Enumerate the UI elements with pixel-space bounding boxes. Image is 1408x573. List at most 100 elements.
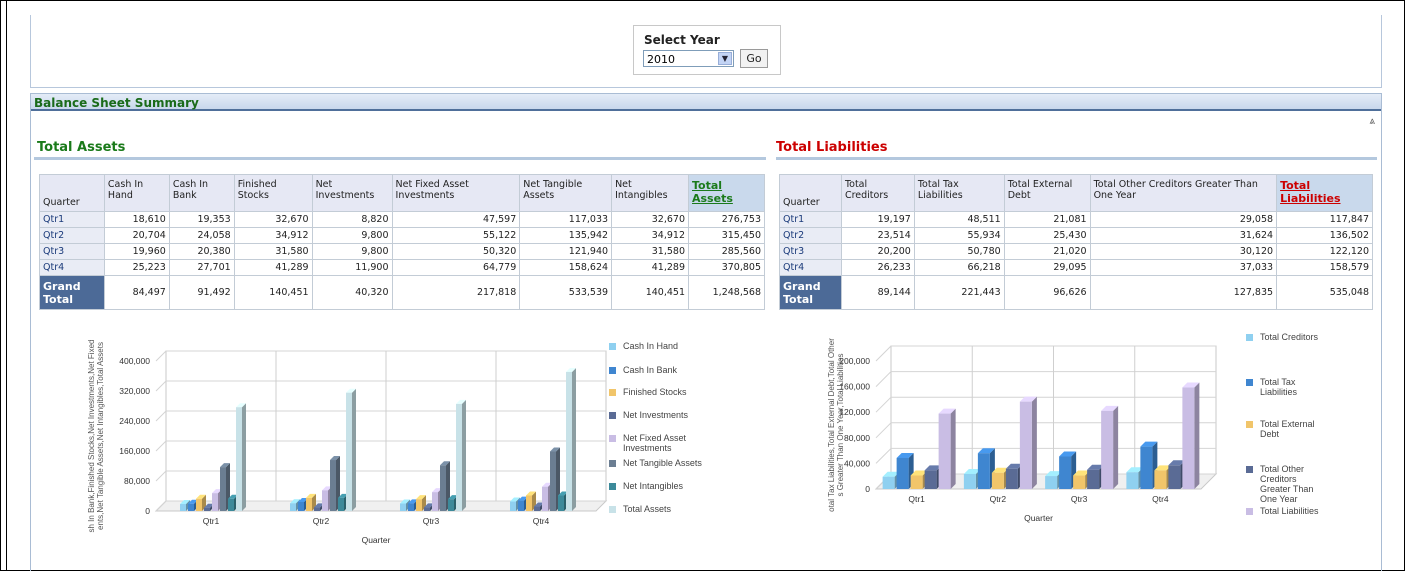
y-axis-label-line: sh In Bank,Finished Stocks,Net Investmen… (87, 340, 96, 533)
value-cell: 41,289 (611, 259, 689, 276)
value-cell: 29,058 (1089, 211, 1278, 228)
legend-label: Net Fixed Asset Investments (623, 433, 687, 453)
assets-column-header: Finished Stocks (233, 174, 313, 212)
table-row: Qtr4 25,223 27,701 41,289 11,900 64,779 158,62… (39, 259, 765, 276)
grand-total-row: Grand Total 84,497 91,492 140,451 40,320 217,… (39, 275, 765, 310)
go-button[interactable]: Go (740, 49, 768, 68)
legend-swatch (609, 343, 616, 350)
quarter-cell[interactable]: Qtr3 (39, 243, 105, 260)
bar-front (991, 472, 1004, 489)
y-axis-label: sh In Bank,Finished Stocks,Net Investmen… (87, 340, 105, 533)
y-tick-label: 80,000 (124, 476, 150, 486)
legend-label-line: Total Assets (623, 504, 672, 514)
gridline (155, 470, 167, 482)
gridline (875, 448, 892, 464)
quarter-cell[interactable]: Qtr4 (39, 259, 105, 276)
legend-label-line: Total Other (1260, 464, 1304, 474)
bar-front (542, 486, 548, 511)
value-cell: 20,200 (840, 243, 915, 260)
y-tick-label: 0 (865, 484, 870, 494)
y-axis-label-line: otal Tax Liabilities,Total External Debt… (827, 338, 836, 512)
bar-front (924, 470, 937, 489)
quarter-cell[interactable]: Qtr1 (39, 211, 105, 228)
gridline (875, 396, 892, 413)
value-cell: 315,450 (688, 227, 765, 244)
panel-header: Balance Sheet Summary (31, 94, 1381, 111)
grand-total-cell: 40,320 (311, 275, 393, 310)
legend-swatch (609, 506, 616, 513)
value-cell: 18,610 (103, 211, 170, 228)
bar-front (510, 501, 516, 511)
gridline (155, 440, 167, 452)
legend-label-line: Total External (1260, 419, 1315, 429)
value-cell: 11,900 (311, 259, 393, 276)
x-tick-label: Qtr1 (203, 516, 220, 526)
value-cell: 24,058 (168, 227, 235, 244)
value-cell: 19,197 (840, 211, 915, 228)
legend-label: Total Creditors (1260, 332, 1319, 342)
liabilities-total-column-link[interactable]: Total Liabilities (1276, 174, 1373, 212)
liabilities-chart: 040,00080,000120,000160,000200,000Qtr1 Qt… (827, 332, 1319, 523)
value-cell: 34,912 (611, 227, 689, 244)
bar-side (242, 403, 246, 511)
x-tick-label: Qtr3 (1071, 494, 1088, 504)
bar-side (572, 367, 576, 511)
x-tick-label: Qtr2 (990, 494, 1007, 504)
bar-side (950, 408, 956, 489)
y-tick-label: 40,000 (844, 458, 870, 468)
quarter-cell[interactable]: Qtr2 (779, 227, 842, 244)
quarter-cell[interactable]: Qtr1 (779, 211, 842, 228)
value-cell: 158,624 (519, 259, 613, 276)
bar-front (938, 413, 951, 489)
quarter-cell[interactable]: Qtr2 (39, 227, 105, 244)
value-cell: 19,353 (168, 211, 235, 228)
quarter-cell[interactable]: Qtr4 (779, 259, 842, 276)
total-liabilities-title: Total Liabilities (776, 140, 888, 155)
legend-swatch (1246, 466, 1253, 473)
value-cell: 8,820 (311, 211, 393, 228)
value-cell: 20,380 (168, 243, 235, 260)
bar-front (400, 503, 406, 511)
year-select[interactable]: 2010 ▼ (643, 50, 734, 67)
table-row: Qtr3 20,200 50,780 21,020 30,120 122,120 (779, 243, 1373, 260)
liabilities-quarter-header: Quarter (779, 174, 842, 212)
chevron-down-icon[interactable]: ▼ (718, 52, 732, 65)
liabilities-divider (776, 157, 1377, 160)
bar-side (1031, 396, 1037, 489)
bar (1019, 396, 1037, 489)
legend-label-line: Greater Than (1260, 484, 1313, 494)
value-cell: 23,514 (840, 227, 915, 244)
assets-quarter-header: Quarter (39, 174, 105, 212)
bar-front (408, 503, 414, 511)
gridline (875, 371, 892, 387)
legend-label-line: Cash In Bank (623, 365, 678, 375)
value-cell: 31,624 (1089, 227, 1278, 244)
grand-total-label: Grand Total (39, 275, 105, 310)
grand-total-cell: 84,497 (103, 275, 170, 310)
value-cell: 20,704 (103, 227, 170, 244)
table-row: Qtr3 19,960 20,380 31,580 9,800 50,320 121,940… (39, 243, 765, 260)
select-year-label: Select Year (644, 33, 720, 47)
bar-front (910, 475, 923, 489)
grand-total-cell: 221,443 (913, 275, 1005, 310)
bar-front (1101, 410, 1114, 489)
bar-front (338, 497, 344, 511)
quarter-cell[interactable]: Qtr3 (779, 243, 842, 260)
value-cell: 117,033 (519, 211, 613, 228)
y-axis-label-line: ents,Net Tangible Assets,Net Intangibles… (96, 342, 105, 530)
total-assets-title: Total Assets (37, 140, 126, 155)
bar-front (290, 503, 296, 511)
legend-label-line: Net Fixed Asset (623, 433, 687, 443)
grand-total-cell: 140,451 (233, 275, 313, 310)
assets-total-column-link[interactable]: Total Assets (688, 174, 765, 212)
grand-total-row: Grand Total 89,144 221,443 96,626 127,835 535… (779, 275, 1373, 310)
value-cell: 50,320 (391, 243, 521, 260)
value-cell: 158,579 (1276, 259, 1373, 276)
grand-total-cell: 533,539 (519, 275, 613, 310)
value-cell: 276,753 (688, 211, 765, 228)
double-chevron-up-icon[interactable]: ⩓ (1369, 116, 1375, 127)
value-cell: 21,081 (1003, 211, 1091, 228)
bar-front (330, 460, 336, 511)
value-cell: 55,122 (391, 227, 521, 244)
value-cell: 66,218 (913, 259, 1005, 276)
